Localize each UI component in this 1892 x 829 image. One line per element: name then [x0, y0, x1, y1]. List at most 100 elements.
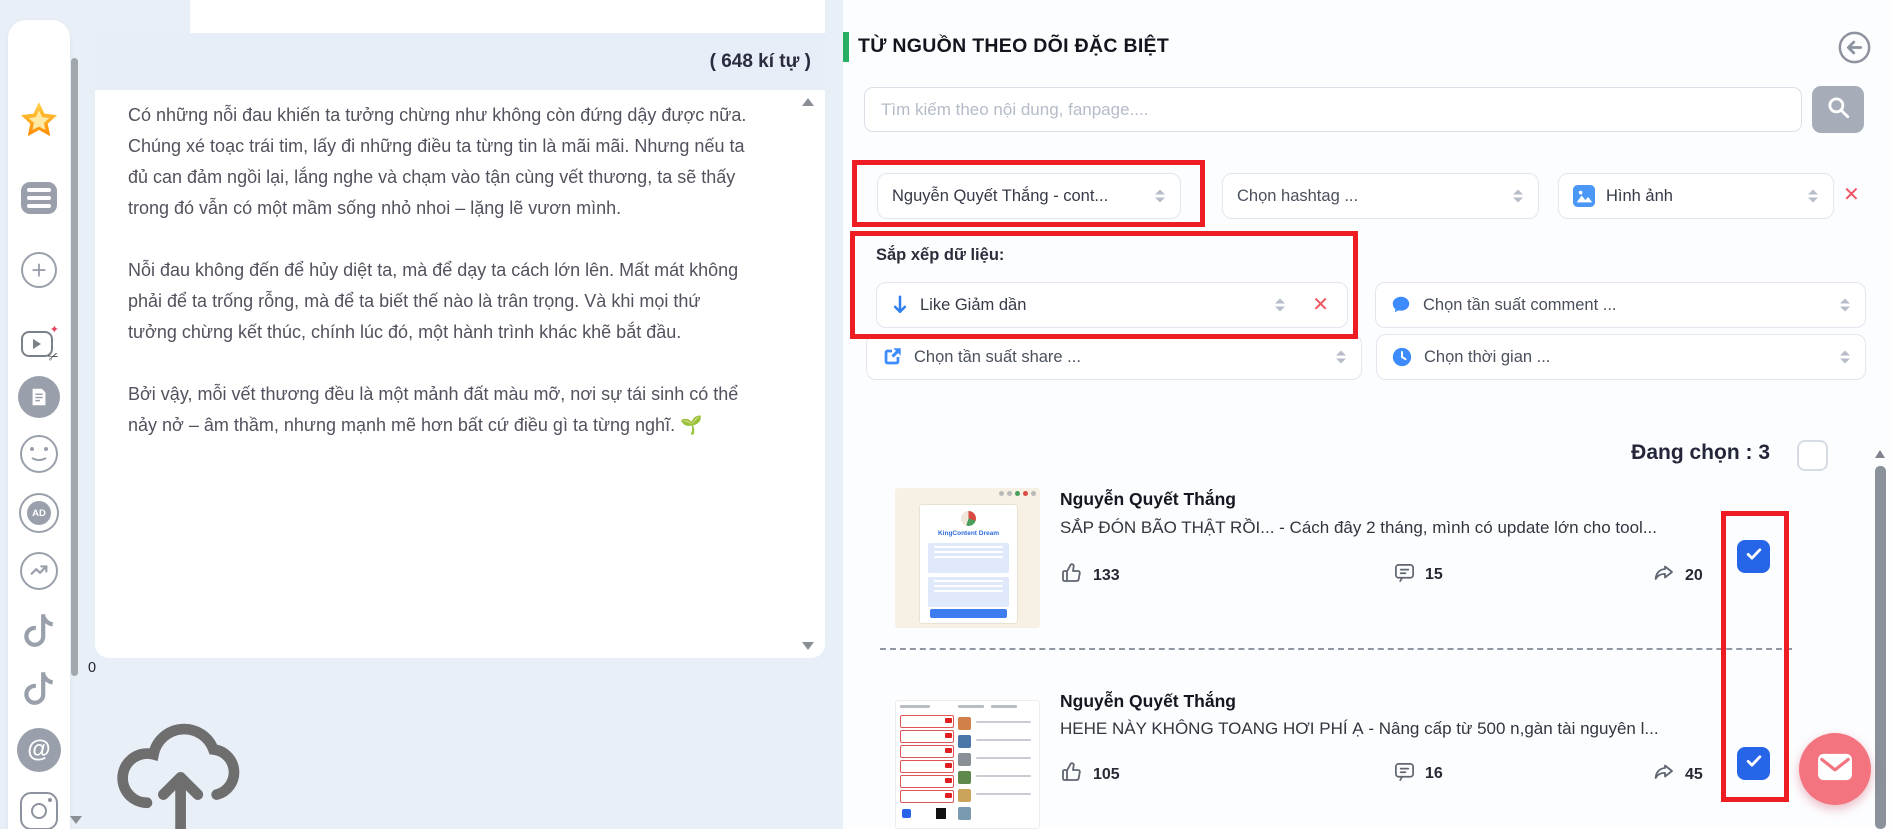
panel-scroll-up-icon[interactable] — [1875, 450, 1885, 458]
select-all-checkbox[interactable] — [1797, 440, 1828, 471]
thumbnail-photo — [958, 753, 971, 766]
sidebar-item-instagram[interactable] — [8, 792, 70, 829]
panel-scrollbar[interactable] — [1875, 466, 1886, 829]
thumbnail-row — [900, 775, 954, 788]
share-frequency-value: Chọn tần suất share ... — [914, 348, 1081, 367]
clear-sort-button[interactable]: ✕ — [1312, 295, 1329, 315]
chevron-updown-icon — [1840, 299, 1850, 312]
time-range-value: Chọn thời gian ... — [1424, 348, 1550, 367]
thumbnail-brand-text: KingContent Dream — [920, 530, 1017, 537]
editor-paragraph: Có những nỗi đau khiến ta tưởng chừng nh… — [128, 100, 750, 224]
post-checkbox-checked[interactable] — [1737, 747, 1770, 780]
threads-icon: @ — [17, 728, 61, 772]
comment-icon — [1393, 760, 1416, 788]
post-like-stat: 105 — [1060, 760, 1120, 789]
mail-icon — [1816, 751, 1854, 788]
video-cut-icon: ✦ ✂ — [19, 323, 59, 367]
post-author[interactable]: Nguyễn Quyết Thắng — [1060, 489, 1236, 510]
title-accent-bar — [843, 32, 849, 62]
content-editor[interactable]: Có những nỗi đau khiến ta tưởng chừng nh… — [95, 90, 825, 658]
sidebar-item-emoji[interactable] — [8, 435, 70, 473]
comment-frequency-value: Chọn tần suất comment ... — [1423, 296, 1617, 315]
cloud-upload-dropzone[interactable] — [95, 706, 267, 829]
clear-media-filter-button[interactable]: ✕ — [1843, 185, 1860, 205]
post-thumbnail[interactable]: KingContent Dream — [895, 488, 1040, 628]
fanpage-select[interactable]: Nguyễn Quyết Thắng - cont... — [877, 173, 1181, 219]
thumbnail-decoration — [976, 793, 1031, 795]
post-snippet[interactable]: SẮP ĐÓN BÃO THẬT RỒI... - Cách đây 2 thá… — [1060, 518, 1760, 538]
sidebar-item-tiktok-2[interactable] — [8, 668, 70, 713]
post-like-stat: 133 — [1060, 561, 1120, 590]
sidebar-item-ads[interactable]: AD — [8, 493, 70, 533]
comment-count: 15 — [1425, 566, 1443, 584]
post-thumbnail[interactable] — [895, 700, 1040, 829]
editor-scroll-up-icon[interactable] — [802, 98, 814, 106]
hashtag-select-value: Chọn hashtag ... — [1237, 187, 1358, 206]
sidebar-item-trends[interactable] — [8, 552, 70, 590]
post-snippet[interactable]: HEHE NÀY KHÔNG TOANG HƠI PHÍ Ạ - Nâng cấ… — [1060, 719, 1760, 739]
post-author[interactable]: Nguyễn Quyết Thắng — [1060, 691, 1236, 712]
sort-select[interactable]: Like Giảm dần ✕ — [876, 282, 1348, 328]
thumbnail-block — [928, 577, 1009, 607]
thumbnail-button — [930, 609, 1007, 618]
search-button[interactable] — [1812, 86, 1864, 133]
share-icon — [1652, 561, 1676, 590]
thumbnail-decoration — [991, 705, 1017, 708]
chevron-updown-icon — [1840, 351, 1850, 364]
back-button[interactable] — [1836, 29, 1873, 66]
thumbnail-block — [928, 543, 1009, 573]
sidebar-scroll-down-icon[interactable] — [70, 816, 82, 824]
fanpage-select-value: Nguyễn Quyết Thắng - cont... — [892, 187, 1108, 206]
thumbnail-decoration — [976, 721, 1031, 723]
search-icon — [1825, 94, 1851, 125]
thumbnail-decoration — [902, 809, 911, 818]
editor-text[interactable]: Có những nỗi đau khiến ta tưởng chừng nh… — [128, 100, 750, 472]
like-count: 133 — [1093, 567, 1120, 585]
sidebar-item-add[interactable]: + — [8, 252, 70, 288]
thumbnail-row — [900, 745, 954, 758]
thumbnail-photo — [958, 807, 971, 820]
sidebar-item-video-editor[interactable]: ✦ ✂ — [8, 323, 70, 367]
thumbnail-decoration — [999, 491, 1036, 496]
sidebar-item-script[interactable] — [8, 376, 70, 418]
sidebar-item-threads[interactable]: @ — [8, 728, 70, 772]
thumbnail-photo — [958, 717, 971, 730]
script-icon — [18, 376, 60, 418]
sort-select-value: Like Giảm dần — [920, 296, 1026, 315]
thumbnail-decoration — [936, 808, 946, 819]
thumbnail-decoration — [976, 775, 1031, 777]
editor-scroll-down-icon[interactable] — [802, 642, 814, 650]
thumbnail-decoration — [976, 739, 1031, 741]
thumbnail-photo — [958, 771, 971, 784]
sort-label: Sắp xếp dữ liệu: — [876, 246, 1004, 265]
editor-paragraph: Bởi vậy, mỗi vết thương đều là một mảnh … — [128, 379, 750, 441]
cloud-upload-icon — [95, 816, 267, 829]
share-icon — [1652, 760, 1676, 789]
share-frequency-select[interactable]: Chọn tần suất share ... — [866, 334, 1362, 380]
media-type-select[interactable]: Hình ảnh — [1558, 173, 1834, 219]
time-range-select[interactable]: Chọn thời gian ... — [1376, 334, 1866, 380]
post-share-stat: 45 — [1652, 760, 1703, 789]
post-share-stat: 20 — [1652, 561, 1703, 590]
sidebar-item-tiktok-1[interactable] — [8, 610, 70, 655]
like-count: 105 — [1093, 766, 1120, 784]
thumbnail-decoration — [900, 705, 930, 708]
comment-bubble-icon — [1390, 294, 1412, 316]
sort-descending-icon — [891, 294, 909, 316]
comment-frequency-select[interactable]: Chọn tần suất comment ... — [1375, 282, 1866, 328]
instagram-icon — [20, 792, 58, 829]
hashtag-select[interactable]: Chọn hashtag ... — [1222, 173, 1539, 219]
checkmark-icon — [1744, 751, 1764, 776]
post-checkbox-checked[interactable] — [1737, 540, 1770, 573]
search-input[interactable] — [864, 87, 1802, 132]
post-divider — [880, 648, 1792, 650]
sidebar-item-home[interactable] — [8, 100, 70, 147]
contact-fab-button[interactable] — [1799, 733, 1871, 805]
editor-footer-count: 0 — [88, 660, 96, 676]
media-type-value: Hình ảnh — [1606, 187, 1673, 206]
sidebar-item-content-list[interactable] — [8, 182, 70, 214]
back-arrow-icon — [1836, 53, 1873, 70]
sidebar-scrollbar[interactable] — [71, 58, 78, 676]
like-icon — [1060, 561, 1084, 590]
share-count: 45 — [1685, 766, 1703, 784]
